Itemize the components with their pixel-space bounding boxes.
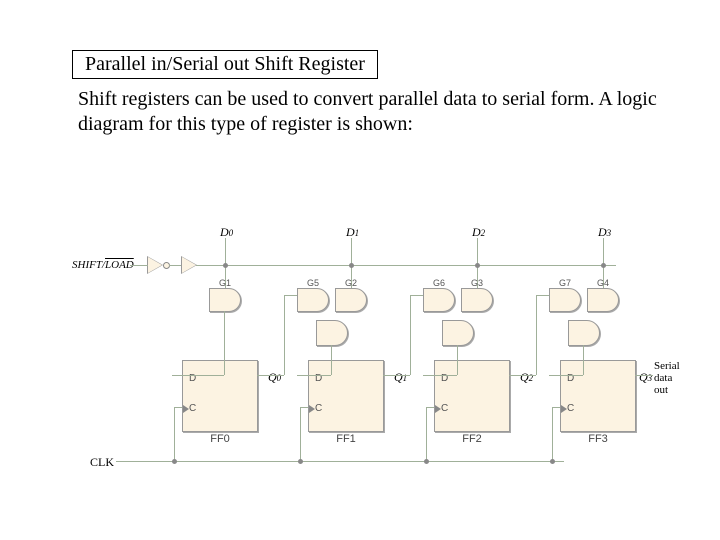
wire (284, 295, 297, 296)
wire (297, 375, 331, 376)
or-gate (442, 320, 474, 346)
wire (300, 407, 308, 408)
and-gate-g6: G6 (423, 288, 455, 312)
wire (423, 375, 457, 376)
wire (284, 295, 285, 375)
connection-node (298, 459, 303, 464)
wire (552, 407, 553, 461)
wire (552, 407, 560, 408)
input-d0: D0 (220, 225, 233, 240)
and-gate-g2: G2 (335, 288, 367, 312)
connection-node (172, 459, 177, 464)
and-gate-g4: G4 (587, 288, 619, 312)
wire (519, 375, 536, 376)
logic-diagram: D0 D1 D2 D3 SHIFT/LOAD G1 G5 G2 G6 G3 G7… (72, 225, 682, 475)
wire (410, 295, 423, 296)
input-d3: D3 (598, 225, 611, 240)
wire (300, 407, 301, 461)
flipflop-ff1: DC FF1 (308, 360, 384, 432)
or-gate (316, 320, 348, 346)
description-text: Shift registers can be used to convert p… (78, 87, 658, 137)
wire (426, 407, 427, 461)
clk-label: CLK (90, 455, 114, 470)
flipflop-ff2: DC FF2 (434, 360, 510, 432)
shift-load-label: SHIFT/LOAD (72, 259, 134, 271)
wire (196, 265, 616, 266)
wire (169, 265, 181, 266)
connection-node (475, 263, 480, 268)
wire (410, 295, 411, 375)
connection-node (424, 459, 429, 464)
slide-title: Parallel in/Serial out Shift Register (72, 50, 378, 79)
wire (583, 345, 584, 375)
flipflop-ff3: DC FF3 (560, 360, 636, 432)
wire (549, 375, 583, 376)
buffer-inverter (148, 257, 162, 273)
wire (383, 375, 393, 376)
wire (536, 295, 537, 375)
wire (130, 265, 148, 266)
buffer-icon (182, 257, 196, 273)
wire (536, 295, 549, 296)
wire (116, 461, 564, 462)
wire (257, 375, 267, 376)
input-d1: D1 (346, 225, 359, 240)
flipflop-ff0: DC FF0 (182, 360, 258, 432)
input-d2: D2 (472, 225, 485, 240)
or-gate (568, 320, 600, 346)
wire (635, 375, 653, 376)
wire (174, 407, 182, 408)
and-gate-g3: G3 (461, 288, 493, 312)
and-gate-g1: G1 (209, 288, 241, 312)
output-q1: Q1 (394, 370, 407, 385)
and-gate-g7: G7 (549, 288, 581, 312)
wire (426, 407, 434, 408)
wire (393, 375, 410, 376)
wire (174, 407, 175, 461)
connection-node (223, 263, 228, 268)
and-gate-g5: G5 (297, 288, 329, 312)
output-q0: Q0 (268, 370, 281, 385)
wire (267, 375, 284, 376)
wire (224, 311, 225, 375)
wire (457, 345, 458, 375)
serial-out-label: Serialdata out (654, 360, 682, 396)
connection-node (550, 459, 555, 464)
connection-node (349, 263, 354, 268)
wire (172, 375, 182, 376)
wire (509, 375, 519, 376)
output-q3: Q3 (639, 370, 652, 385)
connection-node (601, 263, 606, 268)
output-q2: Q2 (520, 370, 533, 385)
wire (331, 345, 332, 375)
